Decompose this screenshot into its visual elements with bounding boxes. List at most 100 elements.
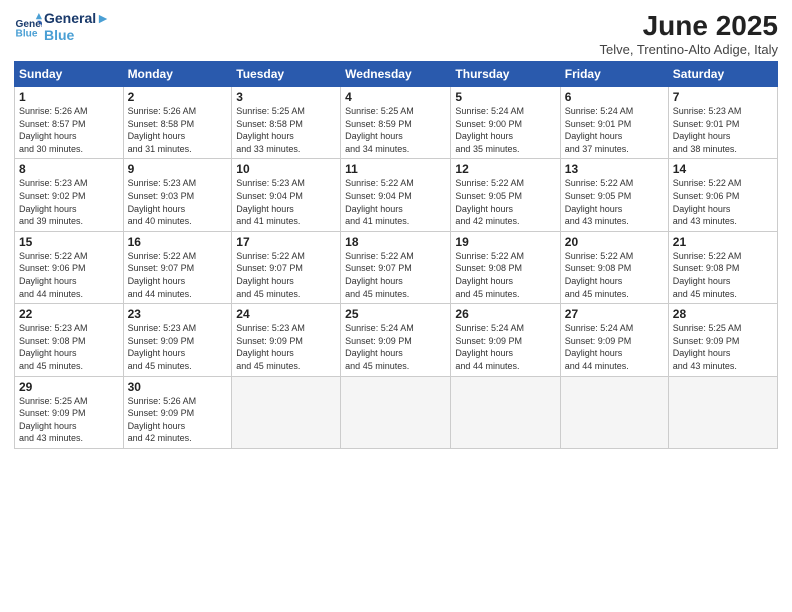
calendar-day-cell xyxy=(668,376,777,448)
day-number: 30 xyxy=(128,380,228,394)
col-tuesday: Tuesday xyxy=(232,62,341,87)
day-number: 20 xyxy=(565,235,664,249)
calendar-day-cell: 4 Sunrise: 5:25 AM Sunset: 8:59 PM Dayli… xyxy=(341,87,451,159)
day-number: 11 xyxy=(345,162,446,176)
day-number: 27 xyxy=(565,307,664,321)
col-friday: Friday xyxy=(560,62,668,87)
logo: General Blue General► Blue xyxy=(14,10,110,44)
day-number: 14 xyxy=(673,162,773,176)
calendar-day-cell xyxy=(341,376,451,448)
day-info: Sunrise: 5:26 AM Sunset: 8:57 PM Dayligh… xyxy=(19,105,119,155)
calendar-week-row: 8 Sunrise: 5:23 AM Sunset: 9:02 PM Dayli… xyxy=(15,159,778,231)
day-info: Sunrise: 5:22 AM Sunset: 9:06 PM Dayligh… xyxy=(19,250,119,300)
day-info: Sunrise: 5:24 AM Sunset: 9:09 PM Dayligh… xyxy=(565,322,664,372)
day-number: 4 xyxy=(345,90,446,104)
calendar-day-cell: 16 Sunrise: 5:22 AM Sunset: 9:07 PM Dayl… xyxy=(123,231,232,303)
calendar-day-cell: 24 Sunrise: 5:23 AM Sunset: 9:09 PM Dayl… xyxy=(232,304,341,376)
day-info: Sunrise: 5:23 AM Sunset: 9:09 PM Dayligh… xyxy=(236,322,336,372)
day-number: 13 xyxy=(565,162,664,176)
calendar-day-cell: 21 Sunrise: 5:22 AM Sunset: 9:08 PM Dayl… xyxy=(668,231,777,303)
day-number: 8 xyxy=(19,162,119,176)
calendar-day-cell: 5 Sunrise: 5:24 AM Sunset: 9:00 PM Dayli… xyxy=(451,87,560,159)
col-wednesday: Wednesday xyxy=(341,62,451,87)
calendar-day-cell: 18 Sunrise: 5:22 AM Sunset: 9:07 PM Dayl… xyxy=(341,231,451,303)
day-number: 21 xyxy=(673,235,773,249)
day-info: Sunrise: 5:22 AM Sunset: 9:04 PM Dayligh… xyxy=(345,177,446,227)
day-number: 28 xyxy=(673,307,773,321)
day-info: Sunrise: 5:23 AM Sunset: 9:01 PM Dayligh… xyxy=(673,105,773,155)
calendar-day-cell: 11 Sunrise: 5:22 AM Sunset: 9:04 PM Dayl… xyxy=(341,159,451,231)
logo-line1: General► xyxy=(44,10,110,27)
day-number: 15 xyxy=(19,235,119,249)
page: General Blue General► Blue June 2025 Tel… xyxy=(0,0,792,612)
day-info: Sunrise: 5:22 AM Sunset: 9:06 PM Dayligh… xyxy=(673,177,773,227)
day-info: Sunrise: 5:23 AM Sunset: 9:09 PM Dayligh… xyxy=(128,322,228,372)
day-info: Sunrise: 5:25 AM Sunset: 8:59 PM Dayligh… xyxy=(345,105,446,155)
day-info: Sunrise: 5:23 AM Sunset: 9:04 PM Dayligh… xyxy=(236,177,336,227)
svg-text:Blue: Blue xyxy=(16,28,38,39)
calendar-day-cell: 3 Sunrise: 5:25 AM Sunset: 8:58 PM Dayli… xyxy=(232,87,341,159)
day-info: Sunrise: 5:22 AM Sunset: 9:08 PM Dayligh… xyxy=(455,250,555,300)
calendar-day-cell: 30 Sunrise: 5:26 AM Sunset: 9:09 PM Dayl… xyxy=(123,376,232,448)
col-monday: Monday xyxy=(123,62,232,87)
day-info: Sunrise: 5:23 AM Sunset: 9:03 PM Dayligh… xyxy=(128,177,228,227)
subtitle: Telve, Trentino-Alto Adige, Italy xyxy=(600,42,778,57)
logo-line2: Blue xyxy=(44,27,110,44)
header: General Blue General► Blue June 2025 Tel… xyxy=(14,10,778,57)
col-saturday: Saturday xyxy=(668,62,777,87)
main-title: June 2025 xyxy=(600,10,778,42)
day-info: Sunrise: 5:25 AM Sunset: 9:09 PM Dayligh… xyxy=(19,395,119,445)
day-info: Sunrise: 5:24 AM Sunset: 9:00 PM Dayligh… xyxy=(455,105,555,155)
calendar-day-cell xyxy=(451,376,560,448)
calendar-day-cell: 2 Sunrise: 5:26 AM Sunset: 8:58 PM Dayli… xyxy=(123,87,232,159)
calendar-day-cell: 10 Sunrise: 5:23 AM Sunset: 9:04 PM Dayl… xyxy=(232,159,341,231)
day-info: Sunrise: 5:22 AM Sunset: 9:07 PM Dayligh… xyxy=(345,250,446,300)
calendar-day-cell xyxy=(232,376,341,448)
day-info: Sunrise: 5:26 AM Sunset: 9:09 PM Dayligh… xyxy=(128,395,228,445)
day-number: 17 xyxy=(236,235,336,249)
calendar-week-row: 22 Sunrise: 5:23 AM Sunset: 9:08 PM Dayl… xyxy=(15,304,778,376)
day-number: 5 xyxy=(455,90,555,104)
day-info: Sunrise: 5:22 AM Sunset: 9:05 PM Dayligh… xyxy=(565,177,664,227)
day-number: 16 xyxy=(128,235,228,249)
day-info: Sunrise: 5:22 AM Sunset: 9:08 PM Dayligh… xyxy=(673,250,773,300)
calendar-day-cell: 17 Sunrise: 5:22 AM Sunset: 9:07 PM Dayl… xyxy=(232,231,341,303)
calendar-day-cell: 8 Sunrise: 5:23 AM Sunset: 9:02 PM Dayli… xyxy=(15,159,124,231)
day-info: Sunrise: 5:23 AM Sunset: 9:08 PM Dayligh… xyxy=(19,322,119,372)
calendar-week-row: 15 Sunrise: 5:22 AM Sunset: 9:06 PM Dayl… xyxy=(15,231,778,303)
calendar-day-cell: 6 Sunrise: 5:24 AM Sunset: 9:01 PM Dayli… xyxy=(560,87,668,159)
day-info: Sunrise: 5:22 AM Sunset: 9:05 PM Dayligh… xyxy=(455,177,555,227)
day-number: 23 xyxy=(128,307,228,321)
calendar-day-cell: 19 Sunrise: 5:22 AM Sunset: 9:08 PM Dayl… xyxy=(451,231,560,303)
day-number: 25 xyxy=(345,307,446,321)
col-thursday: Thursday xyxy=(451,62,560,87)
calendar-day-cell: 29 Sunrise: 5:25 AM Sunset: 9:09 PM Dayl… xyxy=(15,376,124,448)
day-info: Sunrise: 5:22 AM Sunset: 9:08 PM Dayligh… xyxy=(565,250,664,300)
day-info: Sunrise: 5:22 AM Sunset: 9:07 PM Dayligh… xyxy=(236,250,336,300)
col-sunday: Sunday xyxy=(15,62,124,87)
day-number: 9 xyxy=(128,162,228,176)
calendar-week-row: 29 Sunrise: 5:25 AM Sunset: 9:09 PM Dayl… xyxy=(15,376,778,448)
day-number: 24 xyxy=(236,307,336,321)
calendar-day-cell: 25 Sunrise: 5:24 AM Sunset: 9:09 PM Dayl… xyxy=(341,304,451,376)
calendar-day-cell: 12 Sunrise: 5:22 AM Sunset: 9:05 PM Dayl… xyxy=(451,159,560,231)
day-info: Sunrise: 5:25 AM Sunset: 8:58 PM Dayligh… xyxy=(236,105,336,155)
calendar-day-cell: 23 Sunrise: 5:23 AM Sunset: 9:09 PM Dayl… xyxy=(123,304,232,376)
day-info: Sunrise: 5:26 AM Sunset: 8:58 PM Dayligh… xyxy=(128,105,228,155)
day-info: Sunrise: 5:25 AM Sunset: 9:09 PM Dayligh… xyxy=(673,322,773,372)
day-number: 3 xyxy=(236,90,336,104)
calendar-table: Sunday Monday Tuesday Wednesday Thursday… xyxy=(14,61,778,449)
calendar-day-cell: 27 Sunrise: 5:24 AM Sunset: 9:09 PM Dayl… xyxy=(560,304,668,376)
calendar-day-cell: 26 Sunrise: 5:24 AM Sunset: 9:09 PM Dayl… xyxy=(451,304,560,376)
logo-icon: General Blue xyxy=(14,13,42,41)
calendar-header-row: Sunday Monday Tuesday Wednesday Thursday… xyxy=(15,62,778,87)
calendar-day-cell: 7 Sunrise: 5:23 AM Sunset: 9:01 PM Dayli… xyxy=(668,87,777,159)
calendar-day-cell: 1 Sunrise: 5:26 AM Sunset: 8:57 PM Dayli… xyxy=(15,87,124,159)
day-number: 12 xyxy=(455,162,555,176)
calendar-day-cell: 22 Sunrise: 5:23 AM Sunset: 9:08 PM Dayl… xyxy=(15,304,124,376)
calendar-week-row: 1 Sunrise: 5:26 AM Sunset: 8:57 PM Dayli… xyxy=(15,87,778,159)
calendar-day-cell: 14 Sunrise: 5:22 AM Sunset: 9:06 PM Dayl… xyxy=(668,159,777,231)
calendar-day-cell: 28 Sunrise: 5:25 AM Sunset: 9:09 PM Dayl… xyxy=(668,304,777,376)
day-number: 22 xyxy=(19,307,119,321)
day-info: Sunrise: 5:24 AM Sunset: 9:01 PM Dayligh… xyxy=(565,105,664,155)
